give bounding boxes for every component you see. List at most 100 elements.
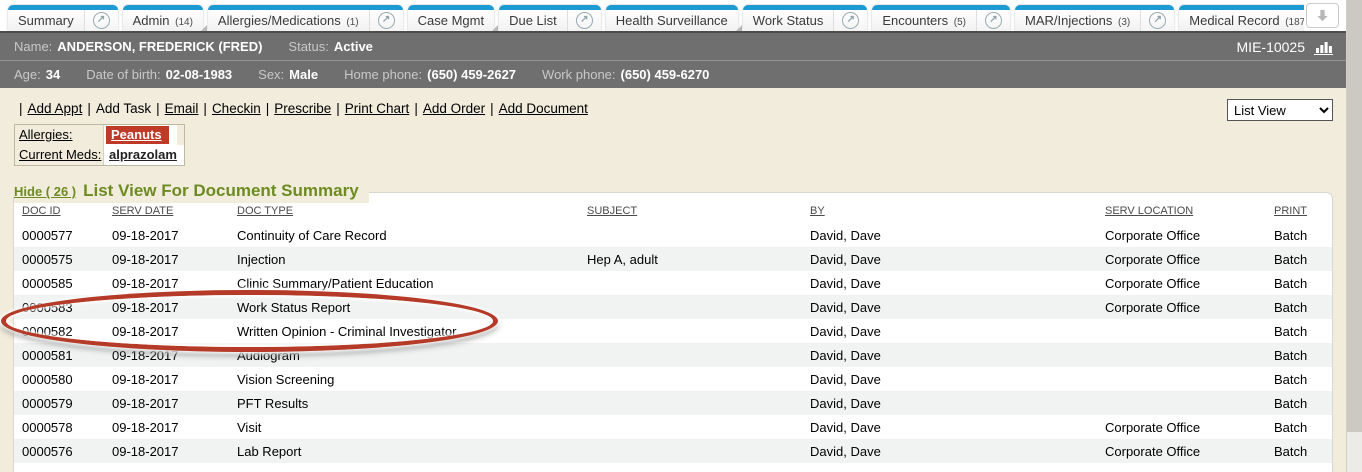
allergies-value-cell: Peanuts [103,125,177,145]
cell-print: Batch [1266,391,1332,415]
patient-status: Active [334,39,373,54]
separator: | [156,101,160,116]
med-alprazolam-link[interactable]: alprazolam [106,146,182,164]
add-order-link[interactable]: Add Order [423,101,485,116]
doc-row-0000580[interactable]: 000058009-18-2017Vision ScreeningDavid, … [14,367,1332,391]
doc-row-0000575[interactable]: 000057509-18-2017InjectionHep A, adultDa… [14,247,1332,271]
tab-encounters[interactable]: Encounters (5)↗ [872,5,1010,31]
tab-label: Admin (14) [123,10,203,31]
doc-row-0000582[interactable]: 000058209-18-2017Written Opinion - Crimi… [14,319,1332,343]
allergies-link[interactable]: Allergies: [19,127,72,142]
cell-doc-id: 0000575 [14,247,104,271]
tab-count-badge: (3) [1118,17,1130,28]
doc-row-0000577[interactable]: 000057709-18-2017Continuity of Care Reco… [14,223,1332,247]
action-link-bar: |Add Appt|Add Task|Email|Checkin|Prescri… [14,101,588,116]
tab-popout-mar-injections[interactable]: ↗ [1140,10,1174,31]
checkin-link[interactable]: Checkin [212,101,261,116]
allergies-label-cell: Allergies: [15,125,103,145]
tab-admin[interactable]: Admin (14) [123,5,203,31]
cell-subject: Hep A, adult [579,247,802,271]
cell-serv-location [1097,319,1266,343]
add-task-link[interactable]: Add Task [96,101,151,116]
cell-by: David, Dave [802,439,1097,463]
doc-row-0000576[interactable]: 000057609-18-2017Lab ReportDavid, DaveCo… [14,439,1332,463]
cell-doc-type: Work Status Report [229,295,579,319]
doc-row-0000579[interactable]: 000057909-18-2017PFT ResultsDavid, DaveB… [14,391,1332,415]
tab-work-status[interactable]: Work Status↗ [743,5,868,31]
tab-label: Medical Record (187) [1179,10,1304,31]
popout-arrow-icon: ↗ [1149,12,1166,29]
cell-print: Batch [1266,415,1332,439]
column-header-by[interactable]: BY [802,193,1097,223]
tab-popout-allergies-medications[interactable]: ↗ [369,10,403,31]
cell-doc-type: Continuity of Care Record [229,223,579,247]
cell-doc-type: Lab Report [229,439,579,463]
hide-link[interactable]: Hide ( 26 ) [14,184,76,199]
patient-name: ANDERSON, FREDERICK (FRED) [57,39,262,54]
age-label: Age: [14,67,41,82]
tab-health-surveillance[interactable]: Health Surveillance [606,5,738,31]
cell-doc-type: Clinic Summary/Patient Education [229,271,579,295]
email-link[interactable]: Email [165,101,199,116]
tab-mar-injections[interactable]: MAR/Injections (3)↗ [1015,5,1174,31]
view-select[interactable]: List View [1227,99,1333,121]
cell-by: David, Dave [802,295,1097,319]
tab-case-mgmt[interactable]: Case Mgmt [408,5,494,31]
cell-serv-location: Corporate Office [1097,223,1266,247]
cell-serv-date: 09-18-2017 [104,271,229,295]
separator: | [336,101,340,116]
document-table: DOC IDSERV DATEDOC TYPESUBJECTBYSERV LOC… [14,193,1332,463]
cell-serv-date: 09-18-2017 [104,391,229,415]
column-header-subject[interactable]: SUBJECT [579,193,802,223]
cell-by: David, Dave [802,343,1097,367]
print-chart-link[interactable]: Print Chart [345,101,410,116]
tab-summary[interactable]: Summary↗ [8,5,118,31]
patient-banner-row2: Age: 34 Date of birth: 02-08-1983 Sex: M… [0,60,1346,88]
bar-chart-icon[interactable] [1314,39,1334,55]
tab-popout-encounters[interactable]: ↗ [976,10,1010,31]
doc-row-0000581[interactable]: 000058109-18-2017AudiogramDavid, DaveBat… [14,343,1332,367]
separator: | [490,101,494,116]
column-header-print[interactable]: PRINT [1266,193,1332,223]
allergy-peanuts-link[interactable]: Peanuts [106,126,169,144]
cell-print: Batch [1266,247,1332,271]
cell-doc-id: 0000582 [14,319,104,343]
add-document-link[interactable]: Add Document [499,101,588,116]
tab-popout-summary[interactable]: ↗ [84,10,118,31]
tab-label: Due List [499,10,567,31]
cell-doc-id: 0000583 [14,295,104,319]
separator: | [414,101,418,116]
cell-subject [579,295,802,319]
cell-subject [579,415,802,439]
tab-scroll-down-button[interactable] [1306,3,1339,28]
tab-due-list[interactable]: Due List↗ [499,5,601,31]
doc-row-0000583[interactable]: 000058309-18-2017Work Status Report David… [14,295,1332,319]
cell-serv-date: 09-18-2017 [104,367,229,391]
chart-id: MIE-10025 [1237,39,1305,55]
patient-home-phone: (650) 459-2627 [427,67,516,82]
column-header-serv-location[interactable]: SERV LOCATION [1097,193,1266,223]
cell-serv-location: Corporate Office [1097,439,1266,463]
prescribe-link[interactable]: Prescribe [274,101,331,116]
cell-by: David, Dave [802,271,1097,295]
tab-label: Health Surveillance [606,10,738,31]
cell-doc-id: 0000585 [14,271,104,295]
tab-popout-work-status[interactable]: ↗ [833,10,867,31]
current-meds-link[interactable]: Current Meds: [19,147,101,162]
vertical-scrollbar-thumb[interactable] [1347,0,1362,432]
home-phone-label: Home phone: [344,67,422,82]
page-title: List View For Document Summary [83,181,359,201]
cell-serv-date: 09-18-2017 [104,295,229,319]
tab-medical-record[interactable]: Medical Record (187) [1179,5,1304,31]
tab-allergies-medications[interactable]: Allergies/Medications (1)↗ [208,5,403,31]
cell-serv-date: 09-18-2017 [104,319,229,343]
chart-tab-bar: Summary↗Admin (14)Allergies/Medications … [0,0,1304,31]
doc-row-0000578[interactable]: 000057809-18-2017VisitDavid, DaveCorpora… [14,415,1332,439]
tab-count-badge: (14) [175,17,193,28]
doc-row-0000585[interactable]: 000058509-18-2017Clinic Summary/Patient … [14,271,1332,295]
patient-banner-row1: Name: ANDERSON, FREDERICK (FRED) Status:… [0,31,1346,60]
cell-serv-date: 09-18-2017 [104,343,229,367]
popout-arrow-icon: ↗ [93,12,110,29]
add-appt-link[interactable]: Add Appt [28,101,83,116]
tab-popout-due-list[interactable]: ↗ [567,10,601,31]
